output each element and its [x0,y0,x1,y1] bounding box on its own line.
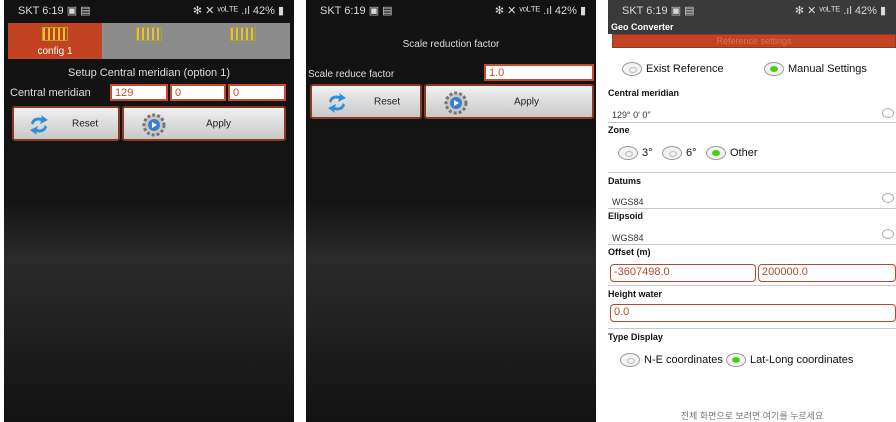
radio-manual-settings[interactable]: Manual Settings [764,62,867,76]
tab-label: config 1 [37,46,73,57]
fence-icon [230,27,256,41]
radio-label: 3° [642,147,653,159]
reset-label: Reset [72,118,99,129]
screen-title: Scale reduction factor [402,39,500,50]
radio-off-icon [662,146,682,160]
config-tabs: config 1 [8,23,290,59]
central-meridian-value[interactable]: 129° 0' 0" [612,110,651,120]
radio-label: Lat-Long coordinates [750,354,854,366]
geo-converter-screen: SKT 6:19 ▣ ▤ ✻ ✕ ᵛᵒᴸᵀᴱ .ıl 42% ▮ Geo Con… [608,0,896,422]
status-right: ✻ ✕ ᵛᵒᴸᵀᴱ .ıl 42% ▮ [192,5,284,17]
dropdown-icon[interactable] [882,229,894,239]
radio-label: Manual Settings [788,63,867,75]
radio-label: Other [730,147,758,159]
radio-label: Exist Reference [646,63,724,75]
datums-title: Datums [608,176,642,186]
divider [608,285,896,286]
status-right: ✻ ✕ ᵛᵒᴸᵀᴱ .ıl 42% ▮ [794,5,886,17]
reset-button[interactable]: Reset [12,106,120,141]
status-left: SKT 6:19 ▣ ▤ [320,5,393,17]
reference-settings-bar[interactable]: Reference settings [612,34,896,48]
radio-label: 6° [686,147,697,159]
ellipsoid-value[interactable]: WGS84 [612,233,644,243]
fence-icon [42,27,68,41]
app-title: Geo Converter [608,20,896,34]
status-bar: SKT 6:19 ▣ ▤ ✻ ✕ ᵛᵒᴸᵀᴱ .ıl 42% ▮ [306,0,596,22]
offset-northing-input[interactable]: -3607498.0 [610,264,756,282]
datums-value[interactable]: WGS84 [612,197,644,207]
status-bar: SKT 6:19 ▣ ▤ ✻ ✕ ᵛᵒᴸᵀᴱ .ıl 42% ▮ [4,0,294,22]
status-left: SKT 6:19 ▣ ▤ [18,5,91,17]
screen-title: Setup Central meridian (option 1) [67,67,231,79]
radio-off-icon [620,353,640,367]
meridian-minutes-input[interactable]: 0 [170,84,226,101]
height-water-title: Height water [608,289,663,299]
reset-button[interactable]: Reset [310,84,422,119]
dropdown-icon[interactable] [882,193,894,203]
offset-easting-input[interactable]: 200000.0 [758,264,896,282]
tab-config-2[interactable] [102,23,196,59]
height-water-input[interactable]: 0.0 [610,304,896,322]
gear-icon [142,113,166,137]
offset-title: Offset (m) [608,247,651,257]
gear-icon [444,91,468,115]
tab-config-1[interactable]: config 1 [8,23,102,59]
apply-button[interactable]: Apply [424,84,594,119]
meridian-degrees-input[interactable]: 129 [110,84,168,101]
scale-factor-label: Scale reduce factor [308,69,395,80]
apply-button[interactable]: Apply [122,106,286,141]
reset-label: Reset [374,96,401,107]
ellipsoid-title: Elipsoid [608,211,644,221]
radio-ne-coordinates[interactable]: N-E coordinates [620,353,723,367]
radio-on-icon [764,62,784,76]
central-meridian-label: Central meridian [10,87,91,99]
zone-title: Zone [608,125,630,135]
apply-label: Apply [206,118,232,129]
radio-exist-reference[interactable]: Exist Reference [622,62,724,76]
radio-zone-3[interactable]: 3° [618,146,653,160]
radio-zone-other[interactable]: Other [706,146,758,160]
radio-zone-6[interactable]: 6° [662,146,697,160]
radio-on-icon [726,353,746,367]
radio-off-icon [618,146,638,160]
divider [608,328,896,329]
scale-factor-input[interactable]: 1.0 [484,64,594,81]
radio-off-icon [622,62,642,76]
apply-label: Apply [514,96,540,107]
central-meridian-title: Central meridian [608,88,680,98]
status-right: ✻ ✕ ᵛᵒᴸᵀᴱ .ıl 42% ▮ [494,5,586,17]
status-bar: SKT 6:19 ▣ ▤ ✻ ✕ ᵛᵒᴸᵀᴱ .ıl 42% ▮ [608,0,896,22]
divider [608,172,896,173]
reset-icon [328,93,346,113]
meridian-seconds-input[interactable]: 0 [228,84,286,101]
fullscreen-hint[interactable]: 전체 화면으로 보려면 여기를 누르세요 [608,409,896,422]
tab-config-3[interactable] [196,23,290,59]
radio-lat-long-coordinates[interactable]: Lat-Long coordinates [726,353,853,367]
divider [608,244,896,245]
reset-icon [30,115,48,135]
radio-on-icon [706,146,726,160]
status-left: SKT 6:19 ▣ ▤ [622,5,695,17]
divider [608,122,896,123]
central-meridian-screen: SKT 6:19 ▣ ▤ ✻ ✕ ᵛᵒᴸᵀᴱ .ıl 42% ▮ config … [4,0,294,422]
fence-icon [136,27,162,41]
type-display-title: Type Display [608,332,663,342]
divider [608,208,896,209]
dropdown-icon[interactable] [882,108,894,118]
scale-factor-screen: SKT 6:19 ▣ ▤ ✻ ✕ ᵛᵒᴸᵀᴱ .ıl 42% ▮ Scale r… [306,0,596,422]
radio-label: N-E coordinates [644,354,723,366]
